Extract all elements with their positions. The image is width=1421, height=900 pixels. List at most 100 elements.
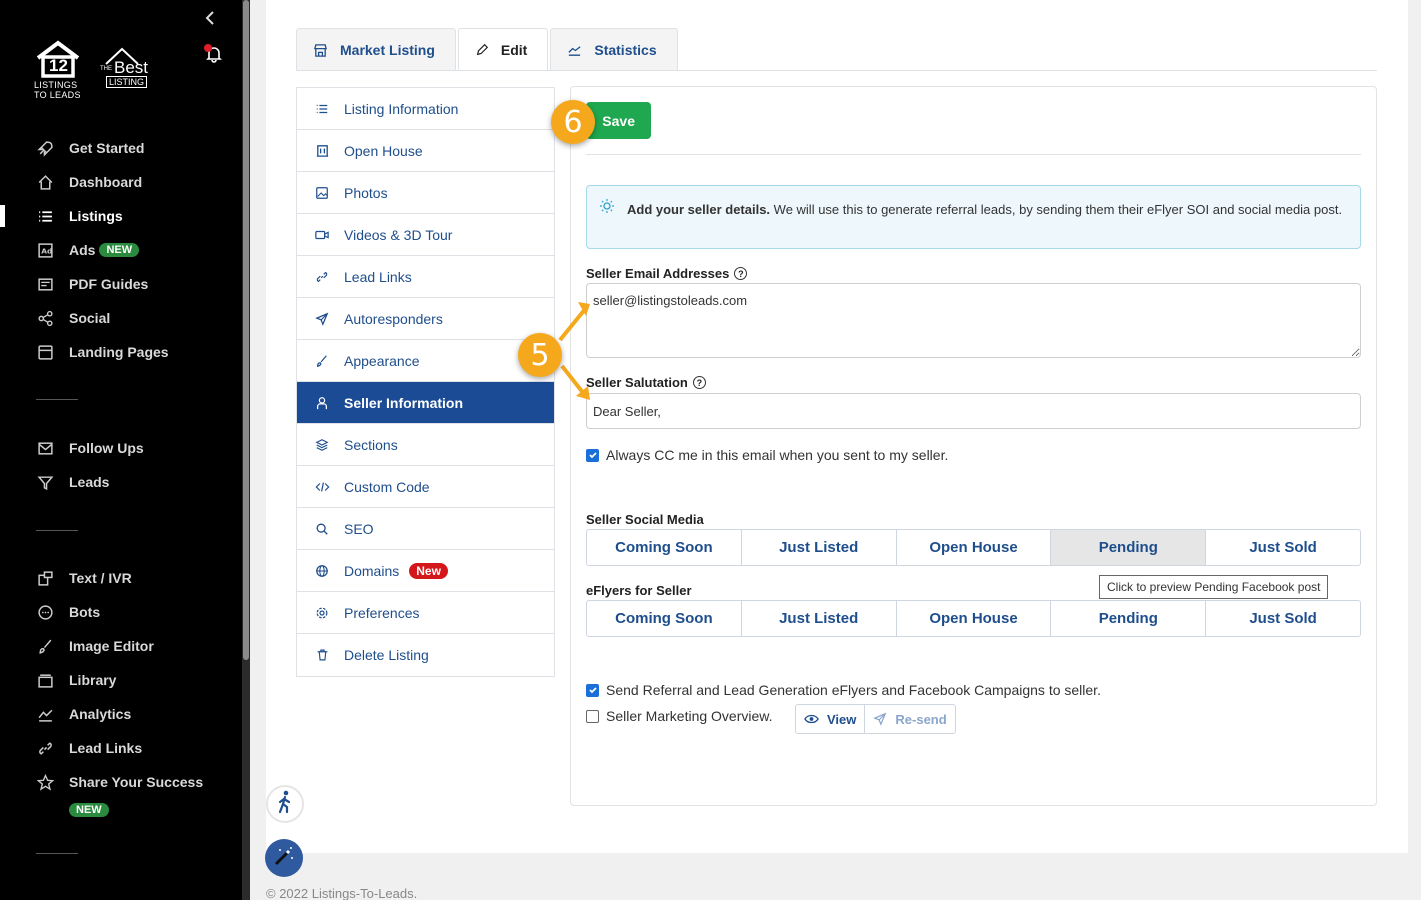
menu-label: Custom Code	[344, 478, 430, 495]
nav-get-started[interactable]: Get Started	[36, 138, 144, 158]
logo-caption-line2: TO LEADS	[34, 90, 81, 100]
nav-leads[interactable]: Leads	[36, 472, 109, 492]
menu-sections[interactable]: Sections	[297, 424, 554, 466]
share-icon	[36, 309, 54, 327]
scrollbar-thumb[interactable]	[243, 0, 249, 660]
nav-landing-pages[interactable]: Landing Pages	[36, 342, 169, 362]
tab-market-listing[interactable]: Market Listing	[296, 28, 456, 71]
eflyer-coming-soon-button[interactable]: Coming Soon	[586, 600, 742, 637]
active-indicator	[0, 205, 5, 227]
tab-edit[interactable]: Edit	[457, 28, 549, 71]
view-button[interactable]: View	[796, 705, 866, 733]
globe-icon	[313, 564, 331, 578]
notification-bell-icon[interactable]	[204, 44, 224, 64]
menu-autoresponders[interactable]: Autoresponders	[297, 298, 554, 340]
nav-ads[interactable]: Ad Ads NEW	[36, 240, 140, 260]
nav-analytics[interactable]: Analytics	[36, 704, 131, 724]
menu-appearance[interactable]: Appearance	[297, 340, 554, 382]
menu-lead-links[interactable]: Lead Links	[297, 256, 554, 298]
nav-label: Follow Ups	[69, 440, 144, 456]
nav-library[interactable]: Library	[36, 670, 116, 690]
link-icon	[313, 270, 331, 284]
cc-me-checkbox-row[interactable]: Always CC me in this email when you sent…	[586, 447, 948, 463]
new-badge: NEW	[99, 243, 140, 257]
tab-statistics[interactable]: Statistics	[550, 28, 678, 71]
nav-label: Landing Pages	[69, 344, 169, 360]
pdf-icon	[36, 275, 54, 293]
tab-label: Market Listing	[340, 42, 435, 58]
menu-domains[interactable]: Domains New	[297, 550, 554, 592]
menu-label: Seller Information	[344, 394, 464, 411]
tab-label: Statistics	[594, 42, 657, 58]
accessibility-icon	[275, 790, 295, 819]
library-icon	[36, 671, 54, 689]
gear-icon	[313, 606, 331, 620]
eflyer-open-house-button[interactable]: Open House	[895, 600, 1052, 637]
nav-lead-links[interactable]: Lead Links	[36, 738, 142, 758]
logo-listing: LISTING	[106, 76, 148, 88]
magic-wand-button[interactable]	[265, 839, 303, 877]
nav-follow-ups[interactable]: Follow Ups	[36, 438, 144, 458]
new-badge: New	[409, 562, 448, 579]
menu-open-house[interactable]: Open House	[297, 130, 554, 172]
nav-dashboard[interactable]: Dashboard	[36, 172, 142, 192]
divider	[586, 154, 1361, 155]
social-coming-soon-button[interactable]: Coming Soon	[586, 529, 742, 566]
info-rest: We will use this to generate referral le…	[770, 202, 1343, 217]
menu-label: Photos	[344, 184, 388, 201]
mail-icon	[36, 439, 54, 457]
menu-label: Sections	[344, 436, 398, 453]
nav-label: Leads	[69, 474, 110, 490]
nav-share-your-success[interactable]: Share Your Success	[36, 772, 203, 792]
referral-checkbox-row[interactable]: Send Referral and Lead Generation eFlyer…	[586, 682, 1101, 698]
eflyer-just-sold-button[interactable]: Just Sold	[1205, 600, 1361, 637]
menu-photos[interactable]: Photos	[297, 172, 554, 214]
collapse-sidebar-chevron-left-icon[interactable]	[204, 10, 216, 31]
help-icon[interactable]: ?	[734, 267, 748, 280]
menu-custom-code[interactable]: Custom Code	[297, 466, 554, 508]
help-icon[interactable]: ?	[692, 376, 706, 389]
nav-pdf-guides[interactable]: PDF Guides	[36, 274, 148, 294]
menu-seo[interactable]: SEO	[297, 508, 554, 550]
the-best-listing-logo[interactable]: THE Best LISTING	[100, 46, 156, 92]
menu-videos-3d-tour[interactable]: Videos & 3D Tour	[297, 214, 554, 256]
nav-listings[interactable]: Listings	[36, 206, 123, 226]
eflyer-pending-button[interactable]: Pending	[1050, 600, 1207, 637]
social-just-listed-button[interactable]: Just Listed	[740, 529, 897, 566]
nav-text-ivr[interactable]: Text / IVR	[36, 568, 132, 588]
label-text: eFlyers for Seller	[586, 583, 692, 598]
seller-salutation-field[interactable]	[586, 393, 1361, 429]
social-pending-button[interactable]: Pending	[1050, 529, 1207, 566]
footer-copyright: © 2022 Listings-To-Leads.	[266, 886, 418, 900]
menu-preferences[interactable]: Preferences	[297, 592, 554, 634]
nav-social[interactable]: Social	[36, 308, 110, 328]
save-button[interactable]: Save	[586, 102, 651, 139]
nav-image-editor[interactable]: Image Editor	[36, 636, 154, 656]
menu-listing-information[interactable]: Listing Information	[297, 88, 554, 130]
phone-message-icon	[36, 569, 54, 587]
referral-checkbox[interactable]	[586, 683, 599, 697]
sidebar-scrollbar[interactable]	[242, 0, 250, 900]
nav-label: Text / IVR	[69, 570, 132, 586]
send-icon	[873, 712, 887, 726]
social-open-house-button[interactable]: Open House	[895, 529, 1052, 566]
search-icon	[313, 522, 331, 536]
eflyer-just-listed-button[interactable]: Just Listed	[740, 600, 897, 637]
save-label: Save	[602, 112, 635, 129]
resend-button[interactable]: Re-send	[865, 705, 954, 733]
cc-me-checkbox[interactable]	[586, 448, 599, 462]
menu-delete-listing[interactable]: Delete Listing	[297, 634, 554, 676]
nav-label: Listings	[69, 208, 123, 224]
listings-to-leads-logo[interactable]: 12 LISTINGS TO LEADS	[34, 40, 90, 102]
menu-label: Domains	[344, 562, 400, 579]
trash-icon	[313, 648, 331, 662]
eflyers-button-group: Coming Soon Just Listed Open House Pendi…	[586, 600, 1361, 637]
overview-checkbox[interactable]	[586, 709, 599, 723]
accessibility-button[interactable]	[266, 785, 304, 823]
menu-seller-information[interactable]: Seller Information	[297, 382, 554, 424]
social-just-sold-button[interactable]: Just Sold	[1205, 529, 1361, 566]
menu-label: SEO	[344, 520, 374, 537]
nav-bots[interactable]: Bots	[36, 602, 100, 622]
seller-email-field[interactable]: seller@listingstoleads.com	[586, 283, 1361, 358]
overview-checkbox-row[interactable]: Seller Marketing Overview.	[586, 708, 773, 724]
